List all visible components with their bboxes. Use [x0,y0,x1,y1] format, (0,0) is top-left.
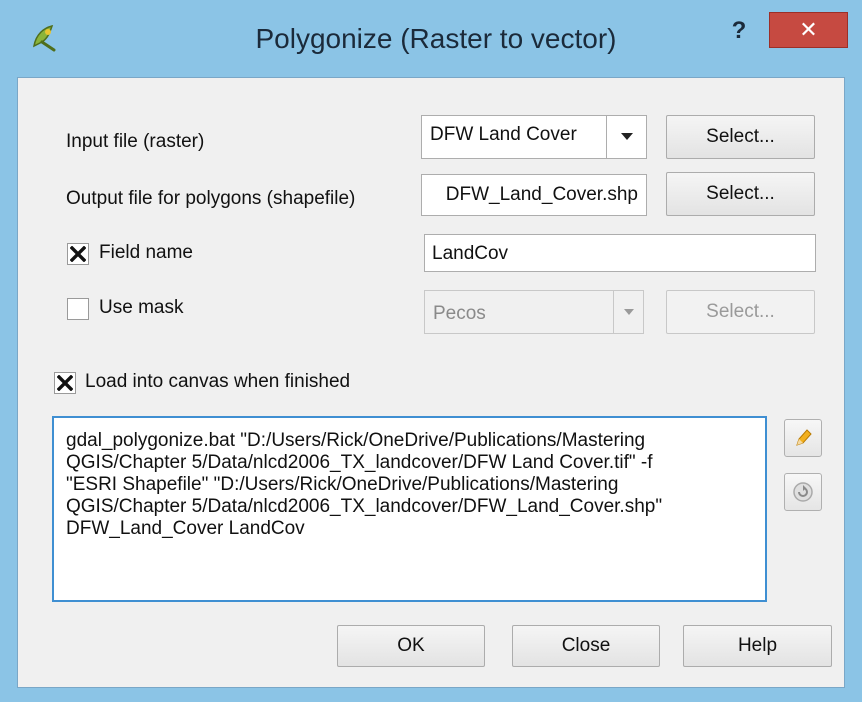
dialog-body: Input file (raster) DFW Land Cover Selec… [17,77,845,688]
input-file-value: DFW Land Cover [430,124,577,145]
command-line: DFW_Land_Cover LandCov [66,518,305,539]
field-name-value: LandCov [432,243,509,264]
use-mask-checkbox[interactable] [67,298,89,320]
command-line: QGIS/Chapter 5/Data/nlcd2006_TX_landcove… [66,496,663,517]
chevron-down-icon[interactable] [613,291,643,333]
command-textarea[interactable]: gdal_polygonize.bat "D:/Users/Rick/OneDr… [52,416,767,602]
check-x-icon [57,375,73,391]
command-line: QGIS/Chapter 5/Data/nlcd2006_TX_landcove… [66,452,653,473]
chevron-down-icon[interactable] [606,116,646,158]
title-bar[interactable]: Polygonize (Raster to vector) ? ✕ [0,0,862,75]
command-line: gdal_polygonize.bat "D:/Users/Rick/OneDr… [66,430,646,451]
output-file-value: DFW_Land_Cover.shp [445,184,638,205]
check-x-icon [70,246,86,262]
mask-select-button[interactable]: Select... [666,290,815,334]
edit-command-button[interactable] [784,419,822,457]
load-canvas-label: Load into canvas when finished [85,371,351,392]
mask-layer-value: Pecos [433,303,486,324]
command-line: "ESRI Shapefile" "D:/Users/Rick/OneDrive… [66,474,619,495]
reset-command-button[interactable] [784,473,822,511]
mask-layer-combo[interactable]: Pecos [424,290,644,334]
help-title-button[interactable]: ? [724,16,754,46]
input-select-button[interactable]: Select... [666,115,815,159]
help-button[interactable]: Help [683,625,832,667]
field-name-input[interactable]: LandCov [424,234,816,272]
ok-button[interactable]: OK [337,625,485,667]
pencil-icon [796,429,812,446]
field-name-checkbox[interactable] [67,243,89,265]
input-file-combo[interactable]: DFW Land Cover [421,115,647,159]
dialog-window: Polygonize (Raster to vector) ? ✕ Input … [0,0,862,702]
output-file-label: Output file for polygons (shapefile) [66,188,356,209]
close-button[interactable]: Close [512,625,660,667]
use-mask-label: Use mask [99,297,184,318]
input-file-label: Input file (raster) [66,131,205,152]
close-window-button[interactable]: ✕ [769,12,848,48]
output-select-button[interactable]: Select... [666,172,815,216]
load-canvas-checkbox[interactable] [54,372,76,394]
reset-icon [793,482,813,502]
field-name-label: Field name [99,242,193,263]
output-file-field[interactable]: DFW_Land_Cover.shp [421,174,647,216]
